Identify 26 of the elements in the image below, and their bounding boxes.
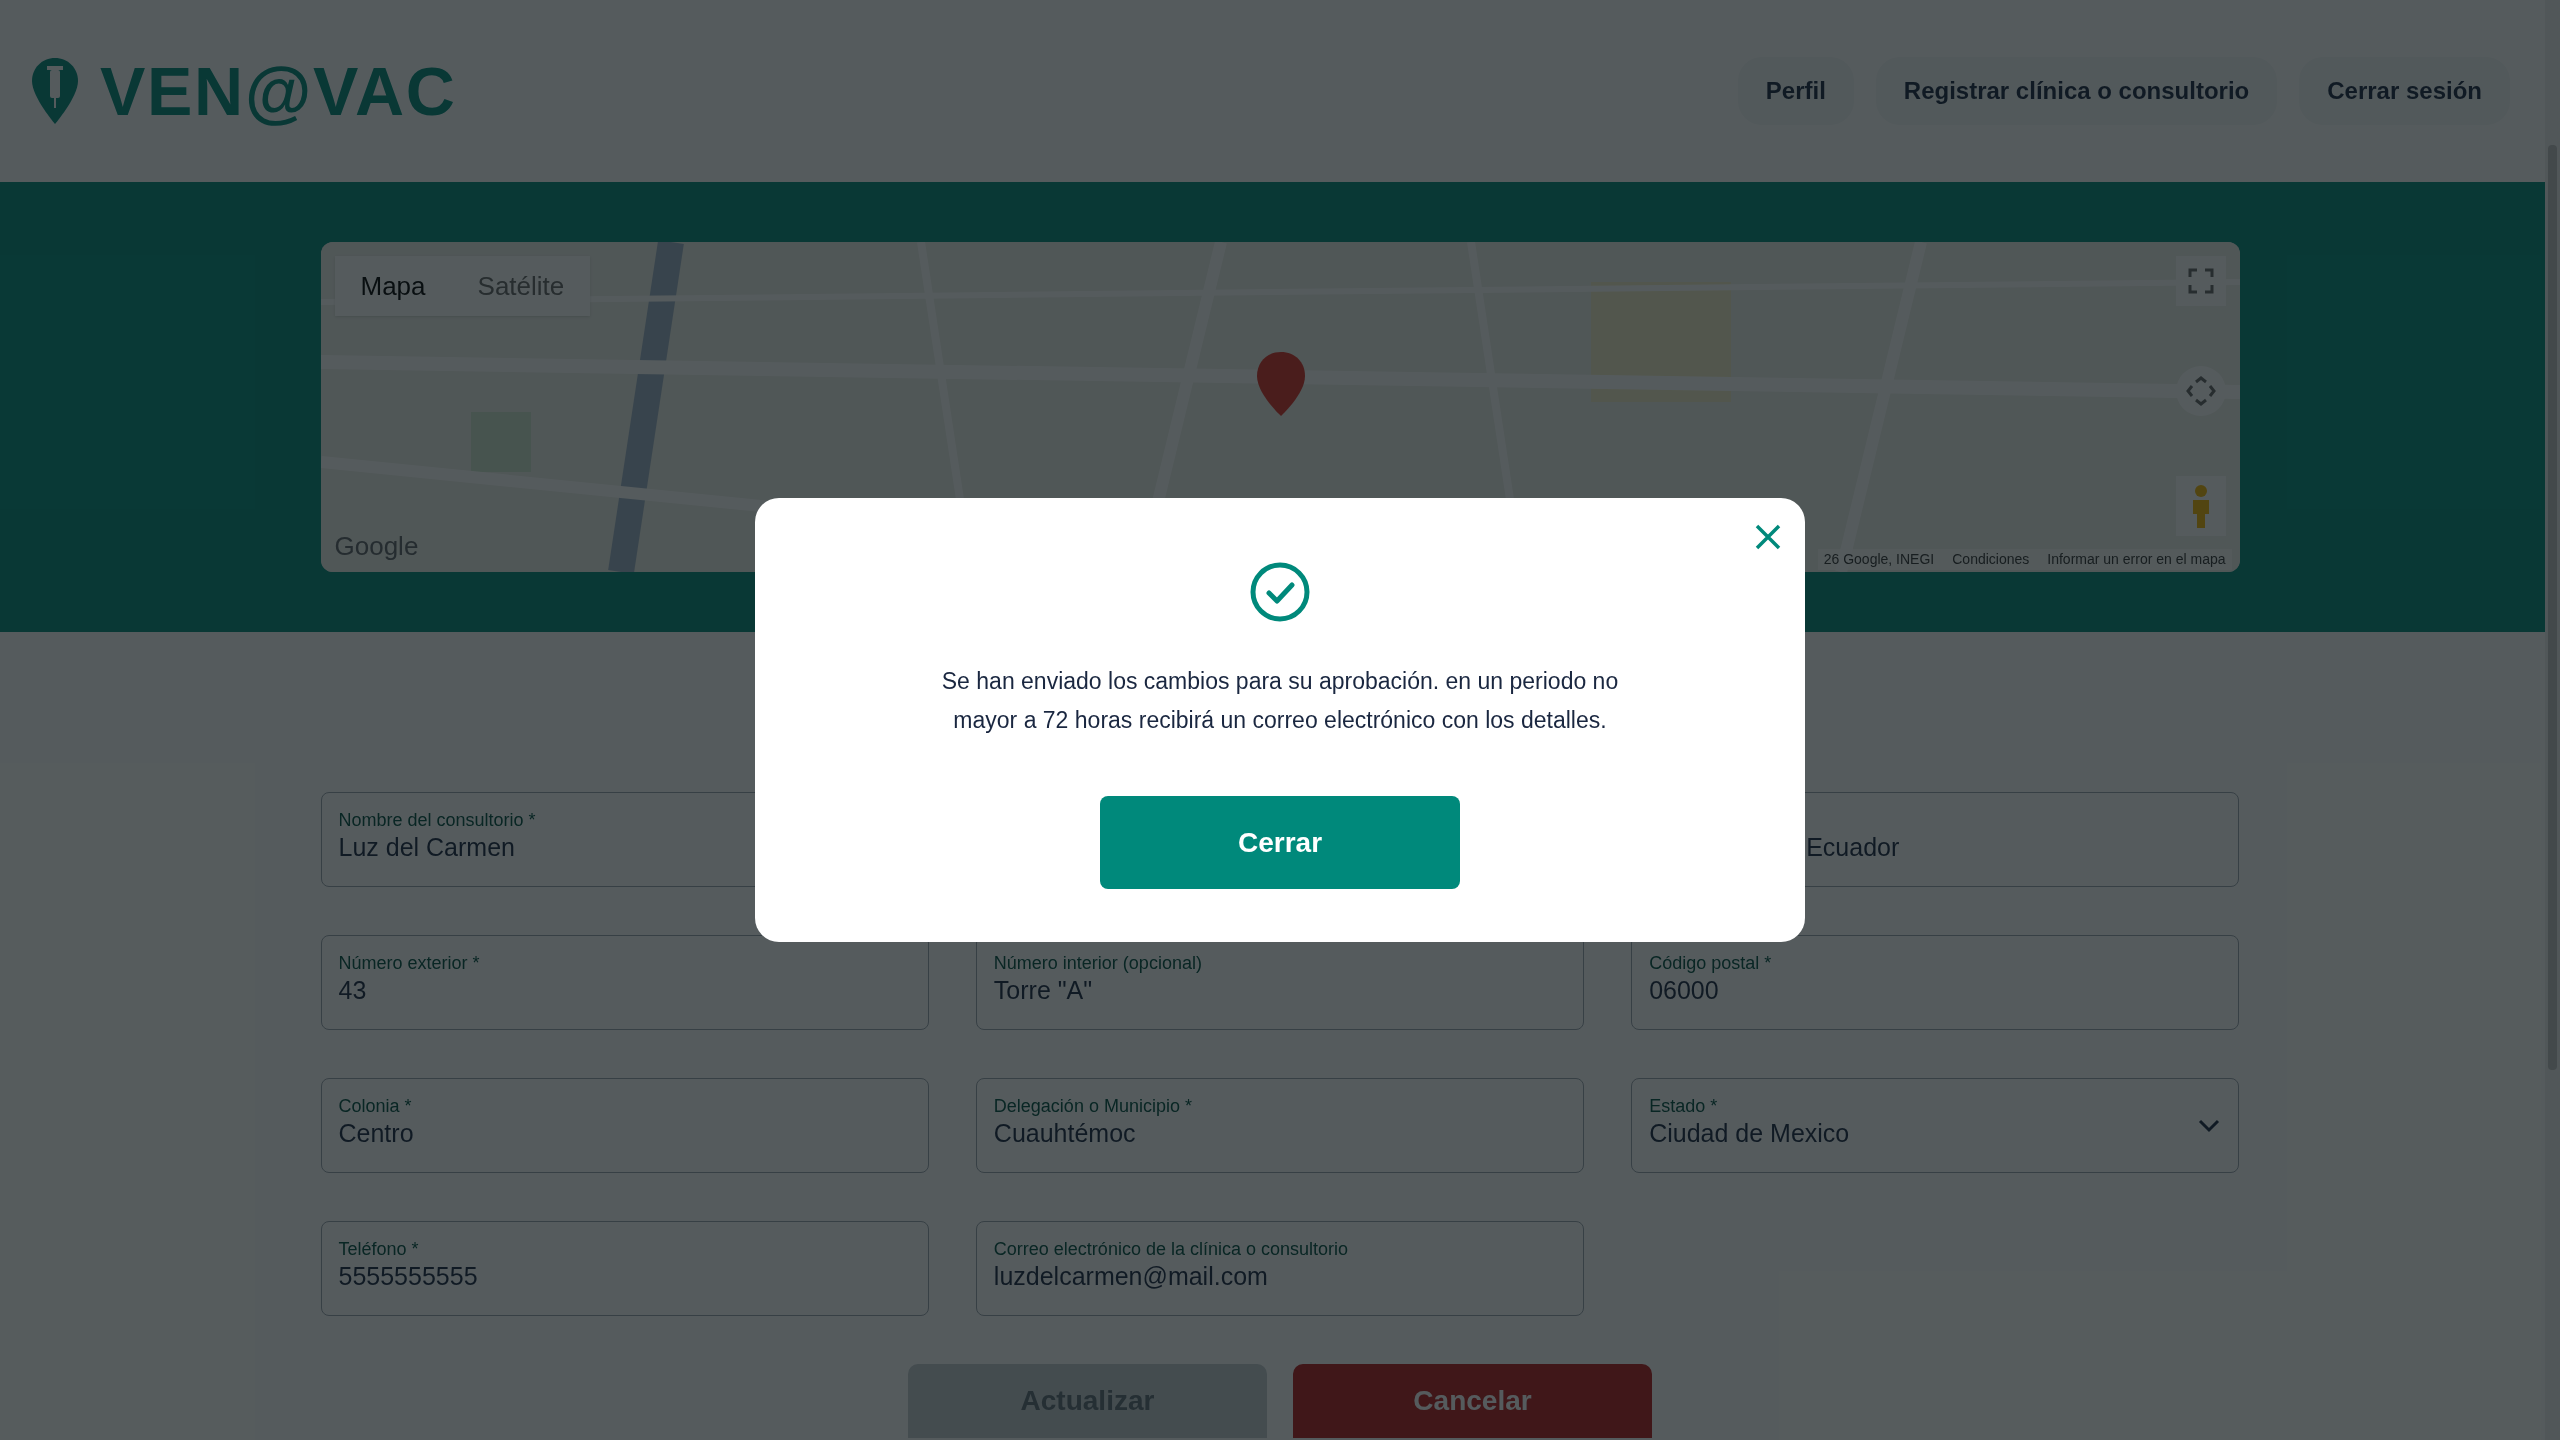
field-value: Luz del Carmen (338, 832, 515, 863)
check-circle-icon (1250, 562, 1310, 622)
field-label: Correo electrónico de la clínica o consultorio (993, 1238, 1349, 1260)
field-value: Ecuador (1805, 832, 1900, 863)
field-label: Estado * (1649, 1095, 1719, 1117)
close-button[interactable]: Cerrar (1100, 796, 1460, 889)
field-value: 43 (338, 975, 367, 1006)
field-value: 5555555555 (338, 1261, 478, 1292)
field-label: Número exterior * (338, 952, 481, 974)
field-value: Cuauhtémoc (993, 1118, 1136, 1149)
map-attribution: 26 Google, INEGI (1823, 550, 1935, 569)
map-link[interactable]: Informar un error en el mapa (2047, 549, 2226, 570)
field-label: Delegación o Municipio * (993, 1095, 1193, 1117)
field-label: Teléfono * (338, 1238, 420, 1260)
field-label: Código postal * (1649, 952, 1773, 974)
logo-text: VEN@VAC (100, 57, 457, 125)
field-value: Centro (338, 1118, 414, 1149)
field-value: Ciudad de Mexico (1649, 1118, 1850, 1149)
dialog-message: Se han enviado los cambios para su aprobación. en un periodo no mayor a 72 horas recibirá un correo electrónico con los detalles. (940, 667, 1620, 735)
close-icon[interactable] (1753, 522, 1783, 552)
field-label: Nombre del consultorio * (338, 809, 537, 831)
field-value: 06000 (1649, 975, 1719, 1006)
field-value: Torre "A" (993, 975, 1093, 1006)
field-value: luzdelcarmen@mail.com (993, 1261, 1268, 1292)
field-label: Número interior (opcional) (993, 952, 1203, 974)
field-label: Colonia * (338, 1095, 413, 1117)
